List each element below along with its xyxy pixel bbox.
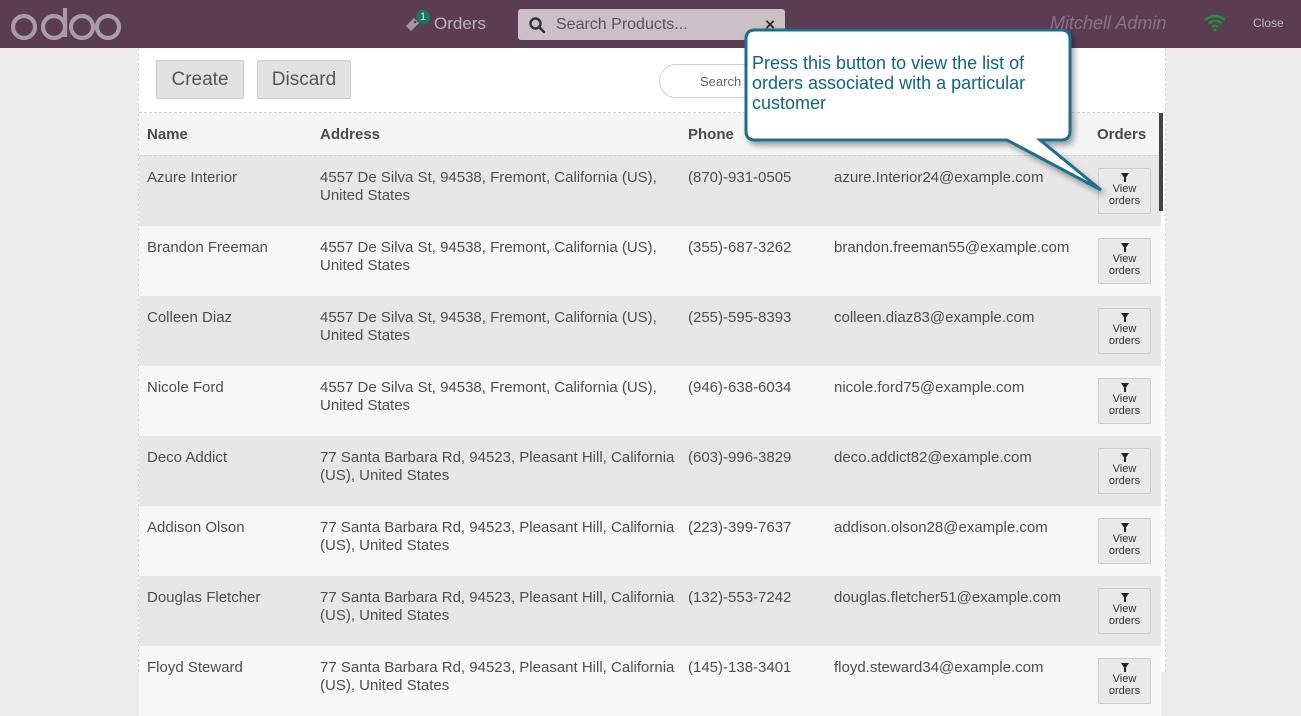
customer-table: Name Address Phone Orders Azure Interior… [139, 113, 1161, 716]
view-orders-label-2: orders [1108, 195, 1141, 207]
customer-name: Floyd Steward [147, 659, 243, 676]
orders-count-badge: 1 [416, 10, 431, 24]
view-orders-label-1: View [1112, 323, 1137, 335]
filter-icon [1120, 593, 1129, 602]
customer-phone: (255)-595-8393 [688, 309, 792, 326]
view-orders-button[interactable]: View orders [1098, 658, 1151, 704]
customer-name: Brandon Freeman [147, 239, 268, 256]
table-row[interactable]: Addison Olson 77 Santa Barbara Rd, 94523… [139, 506, 1161, 576]
customer-name: Azure Interior [147, 169, 238, 186]
view-orders-label-1: View [1112, 183, 1137, 195]
customer-email: douglas.fletcher51@example.com [834, 589, 1062, 606]
customer-email: addison.olson28@example.com [834, 519, 1048, 536]
view-orders-label-2: orders [1108, 615, 1141, 627]
customer-email: colleen.diaz83@example.com [834, 309, 1035, 326]
filter-icon [1120, 523, 1129, 532]
customer-address: 77 Santa Barbara Rd, 94523, Pleasant Hil… [320, 519, 675, 554]
customer-email: deco.addict82@example.com [834, 449, 1032, 466]
tooltip-text: Press this button to view the list of or… [752, 53, 1026, 113]
view-orders-button[interactable]: View orders [1098, 238, 1151, 284]
customer-phone: (223)-399-7637 [688, 519, 792, 536]
view-orders-button[interactable]: View orders [1098, 308, 1151, 354]
create-button[interactable]: Create [156, 60, 244, 99]
view-orders-label-1: View [1112, 533, 1137, 545]
table-scrollbar[interactable] [1159, 113, 1163, 211]
column-header-phone: Phone [688, 126, 734, 143]
discard-button[interactable]: Discard [257, 60, 351, 99]
customer-phone: (603)-996-3829 [688, 449, 792, 466]
filter-icon [1120, 663, 1129, 672]
clear-search-icon[interactable]: × [765, 15, 775, 35]
ticket-icon: 1 [404, 10, 431, 33]
view-orders-button[interactable]: View orders [1098, 378, 1151, 424]
view-orders-label-1: View [1112, 463, 1137, 475]
customer-phone: (870)-931-0505 [688, 169, 792, 186]
customer-address: 77 Santa Barbara Rd, 94523, Pleasant Hil… [320, 449, 675, 484]
table-row[interactable]: Azure Interior 4557 De Silva St, 94538, … [139, 155, 1161, 226]
column-header-name: Name [147, 126, 188, 143]
customer-name: Douglas Fletcher [147, 589, 261, 606]
view-orders-label-2: orders [1108, 405, 1141, 417]
filter-icon [1120, 313, 1129, 322]
view-orders-label-2: orders [1108, 475, 1141, 487]
close-button[interactable]: Close [1253, 16, 1284, 30]
customer-phone: (355)-687-3262 [688, 239, 792, 256]
customer-email: azure.Interior24@example.com [834, 169, 1044, 186]
user-name: Mitchell Admin [1050, 13, 1167, 33]
view-orders-label-2: orders [1108, 545, 1141, 557]
view-orders-button[interactable]: View orders [1098, 168, 1151, 214]
top-navbar: odoo 1 Orders × Mitchell Admin Close [0, 0, 1301, 48]
view-orders-label-1: View [1112, 603, 1137, 615]
customer-address: 4557 De Silva St, 94538, Fremont, Califo… [320, 169, 657, 204]
customer-address: 77 Santa Barbara Rd, 94523, Pleasant Hil… [320, 589, 675, 624]
customer-email: nicole.ford75@example.com [834, 379, 1025, 396]
filter-icon [1120, 243, 1129, 252]
table-row[interactable]: Brandon Freeman 4557 De Silva St, 94538,… [139, 226, 1161, 296]
filter-icon [1120, 453, 1129, 462]
customer-address: 77 Santa Barbara Rd, 94523, Pleasant Hil… [320, 659, 675, 694]
view-orders-label-1: View [1112, 393, 1137, 405]
view-orders-label-1: View [1112, 253, 1137, 265]
customer-name: Nicole Ford [147, 379, 224, 396]
view-orders-label-1: View [1112, 673, 1137, 685]
customer-address: 4557 De Silva St, 94538, Fremont, Califo… [320, 379, 657, 414]
view-orders-button[interactable]: View orders [1098, 448, 1151, 494]
table-row[interactable]: Floyd Steward 77 Santa Barbara Rd, 94523… [139, 646, 1161, 716]
customer-address: 4557 De Silva St, 94538, Fremont, Califo… [320, 309, 657, 344]
customer-name: Addison Olson [147, 519, 245, 536]
customer-phone: (145)-138-3401 [688, 659, 792, 676]
customer-email: floyd.steward34@example.com [834, 659, 1044, 676]
table-row[interactable]: Douglas Fletcher 77 Santa Barbara Rd, 94… [139, 576, 1161, 646]
table-row[interactable]: Nicole Ford 4557 De Silva St, 94538, Fre… [139, 366, 1161, 436]
column-header-orders: Orders [1097, 126, 1147, 143]
filter-icon [1120, 383, 1129, 392]
table-row[interactable]: Colleen Diaz 4557 De Silva St, 94538, Fr… [139, 296, 1161, 366]
view-orders-button[interactable]: View orders [1098, 588, 1151, 634]
customer-name: Deco Addict [147, 449, 228, 466]
odoo-logo: odoo [10, 8, 122, 41]
customer-email: brandon.freeman55@example.com [834, 239, 1070, 256]
customer-phone: (132)-553-7242 [688, 589, 792, 606]
column-header-address: Address [320, 126, 381, 143]
view-orders-label-2: orders [1108, 335, 1141, 347]
customer-name: Colleen Diaz [147, 309, 233, 326]
view-orders-label-2: orders [1108, 265, 1141, 277]
table-header: Name Address Phone Orders [139, 113, 1161, 155]
product-search-input[interactable] [556, 15, 751, 34]
product-search-box[interactable]: × [518, 9, 785, 40]
wifi-icon [1204, 14, 1226, 32]
search-icon [529, 16, 546, 33]
view-orders-button[interactable]: View orders [1098, 518, 1151, 564]
customer-list-screen: Create Discard Name Address Phone Orders… [138, 48, 1166, 716]
orders-label: Orders [434, 14, 486, 33]
customer-phone: (946)-638-6034 [688, 379, 792, 396]
view-orders-label-2: orders [1108, 685, 1141, 697]
filter-icon [1120, 173, 1129, 182]
logo-text: odoo [10, 39, 13, 41]
table-row[interactable]: Deco Addict 77 Santa Barbara Rd, 94523, … [139, 436, 1161, 506]
orders-button[interactable]: 1 Orders [404, 10, 486, 36]
customer-address: 4557 De Silva St, 94538, Fremont, Califo… [320, 239, 657, 274]
